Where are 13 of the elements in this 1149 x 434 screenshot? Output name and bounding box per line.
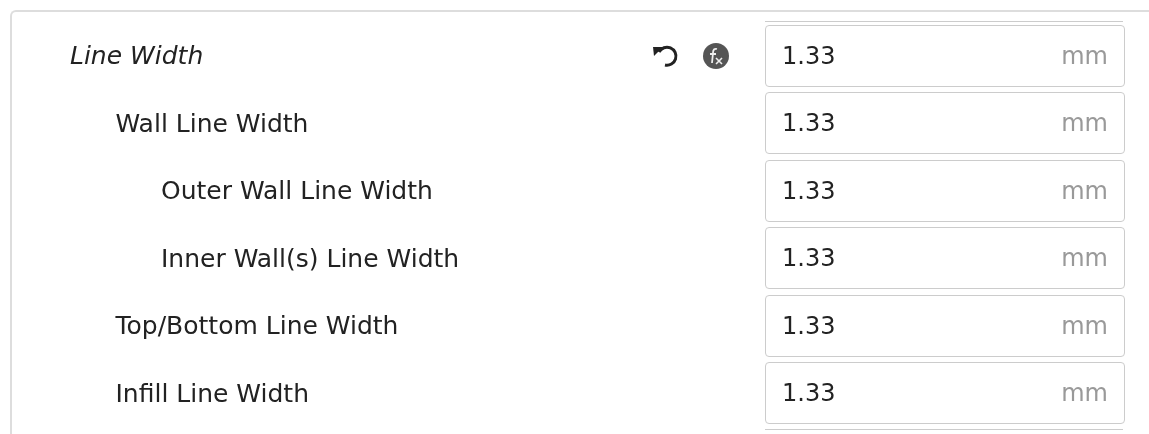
setting-label: Outer Wall Line Width <box>160 176 434 206</box>
number-field[interactable]: 1.33 mm <box>765 294 1125 357</box>
setting-label: Infill Line Width <box>114 378 310 408</box>
number-field[interactable]: 1.33 mm <box>765 24 1125 87</box>
setting-label: Top/Bottom Line Width <box>114 311 400 341</box>
number-field[interactable]: 1.33 mm <box>765 92 1125 155</box>
number-field[interactable]: 1.33 mm <box>765 362 1125 425</box>
setting-label: Inner Wall(s) Line Width <box>160 243 461 273</box>
function-icon[interactable] <box>703 42 729 69</box>
setting-label: Wall Line Width <box>114 108 310 138</box>
number-field[interactable]: 1.33 mm <box>765 159 1125 222</box>
setting-label: Line Width <box>69 41 205 71</box>
number-field[interactable]: 1.33 mm <box>765 227 1125 290</box>
